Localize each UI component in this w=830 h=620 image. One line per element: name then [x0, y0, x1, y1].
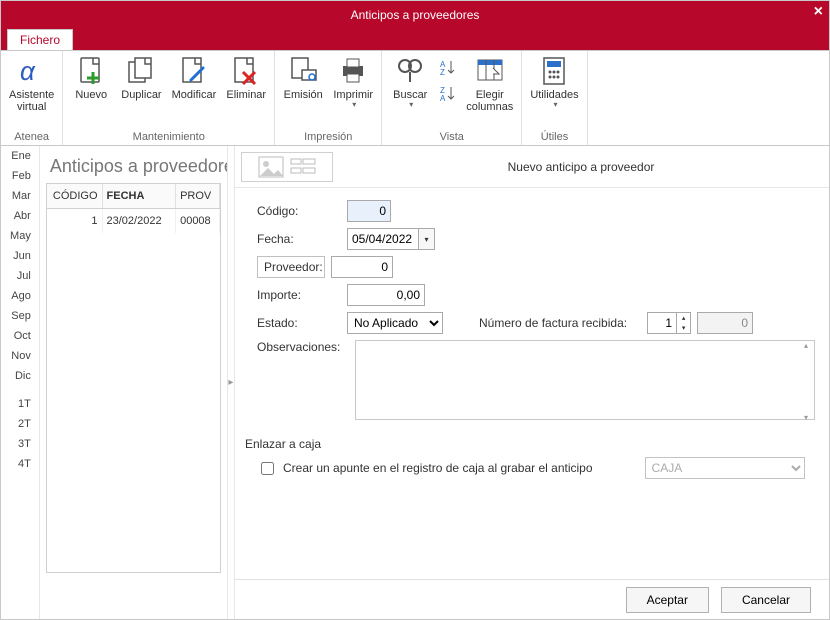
svg-text:α: α	[20, 56, 36, 86]
chevron-down-icon: ▾	[352, 101, 356, 110]
period-ago[interactable]: Ago	[1, 286, 39, 306]
sort-asc-button[interactable]: AZ	[436, 55, 460, 79]
group-atenea-label: Atenea	[14, 129, 49, 145]
crear-apunte-checkbox[interactable]	[261, 462, 274, 475]
sort-desc-icon: ZA	[438, 83, 458, 103]
edit-icon	[178, 55, 210, 87]
period-3t[interactable]: 3T	[1, 434, 39, 454]
period-dic[interactable]: Dic	[1, 366, 39, 386]
alpha-icon: α	[16, 55, 48, 87]
label-numfact: Número de factura recibida:	[479, 316, 627, 330]
aceptar-button[interactable]: Aceptar	[626, 587, 709, 613]
delete-icon	[230, 55, 262, 87]
period-feb[interactable]: Feb	[1, 166, 39, 186]
period-nov[interactable]: Nov	[1, 346, 39, 366]
image-toolbar[interactable]	[241, 152, 333, 182]
grid-header: CÓDIGO FECHA PROV	[47, 184, 220, 209]
sort-asc-icon: AZ	[438, 57, 458, 77]
emission-icon	[287, 55, 319, 87]
period-1t[interactable]: 1T	[1, 394, 39, 414]
group-vista-label: Vista	[440, 129, 464, 145]
codigo-field[interactable]	[347, 200, 391, 222]
close-icon[interactable]: ×	[814, 3, 823, 21]
label-importe: Importe:	[257, 288, 341, 302]
fecha-dropdown-button[interactable]: ▾	[419, 228, 435, 250]
label-estado: Estado:	[257, 316, 341, 330]
section-enlace-caja: Enlazar a caja	[245, 437, 815, 451]
modificar-button[interactable]: Modificar	[168, 53, 221, 103]
table-row[interactable]: 1 23/02/2022 00008	[47, 209, 220, 233]
crear-apunte-label: Crear un apunte en el registro de caja a…	[283, 461, 593, 475]
duplicar-button[interactable]: Duplicar	[117, 53, 165, 103]
label-observaciones: Observaciones:	[257, 340, 349, 354]
numfact-serie-stepper[interactable]: ▴▾	[647, 312, 691, 334]
window-title: Anticipos a proveedores	[351, 8, 480, 22]
emision-button[interactable]: Emisión	[279, 53, 327, 103]
columns-icon	[474, 55, 506, 87]
print-icon	[337, 55, 369, 87]
period-ene[interactable]: Ene	[1, 146, 39, 166]
dialog-footer: Aceptar Cancelar	[235, 579, 829, 619]
calculator-icon	[538, 55, 570, 87]
caja-select: CAJA	[645, 457, 805, 479]
group-mantenimiento-label: Mantenimiento	[133, 129, 205, 145]
imprimir-button[interactable]: Imprimir▾	[329, 53, 377, 112]
ribbon: α Asistente virtual Atenea Nuevo Duplica…	[0, 50, 830, 146]
anticipos-grid[interactable]: CÓDIGO FECHA PROV 1 23/02/2022 00008	[46, 183, 221, 573]
eliminar-button[interactable]: Eliminar	[222, 53, 270, 103]
tab-fichero[interactable]: Fichero	[7, 29, 73, 50]
utilidades-button[interactable]: Utilidades▾	[526, 53, 582, 112]
period-may[interactable]: May	[1, 226, 39, 246]
buscar-button[interactable]: Buscar▾	[386, 53, 434, 112]
chevron-down-icon: ▾	[409, 101, 413, 110]
chevron-down-icon: ▾	[553, 101, 557, 110]
chevron-down-icon[interactable]: ▾	[677, 323, 690, 333]
period-4t[interactable]: 4T	[1, 454, 39, 474]
ribbon-tabbar: Fichero	[0, 28, 830, 50]
new-doc-icon	[75, 55, 107, 87]
period-sep[interactable]: Sep	[1, 306, 39, 326]
group-impresion-label: Impresión	[304, 129, 352, 145]
label-fecha: Fecha:	[257, 232, 341, 246]
nuevo-button[interactable]: Nuevo	[67, 53, 115, 103]
period-2t[interactable]: 2T	[1, 414, 39, 434]
asistente-virtual-button[interactable]: α Asistente virtual	[5, 53, 58, 115]
label-codigo: Código:	[257, 204, 341, 218]
col-codigo[interactable]: CÓDIGO	[47, 184, 103, 208]
period-jun[interactable]: Jun	[1, 246, 39, 266]
period-jul[interactable]: Jul	[1, 266, 39, 286]
svg-text:Z: Z	[440, 68, 445, 77]
chevron-up-icon[interactable]: ▴	[677, 313, 690, 323]
form-layout-icon	[290, 156, 316, 178]
period-sidebar: EneFebMarAbrMayJunJulAgoSepOctNovDic 1T2T…	[1, 146, 40, 619]
period-oct[interactable]: Oct	[1, 326, 39, 346]
elegir-columnas-button[interactable]: Elegir columnas	[462, 53, 517, 115]
label-proveedor[interactable]: Proveedor:	[257, 256, 325, 278]
observaciones-field[interactable]	[355, 340, 815, 420]
importe-field[interactable]	[347, 284, 425, 306]
sort-desc-button[interactable]: ZA	[436, 81, 460, 105]
title-bar: Anticipos a proveedores ×	[0, 0, 830, 28]
group-utiles-label: Útiles	[541, 129, 569, 145]
list-title: Anticipos a proveedores	[50, 156, 227, 177]
form-pane: Nuevo anticipo a proveedor Código: Fecha…	[234, 146, 829, 619]
svg-text:A: A	[440, 94, 446, 103]
numfact-num-field	[697, 312, 753, 334]
period-mar[interactable]: Mar	[1, 186, 39, 206]
form-title: Nuevo anticipo a proveedor	[333, 160, 829, 174]
estado-select[interactable]: No Aplicado	[347, 312, 443, 334]
search-icon	[394, 55, 426, 87]
fecha-field[interactable]	[347, 228, 419, 250]
list-pane: Anticipos a proveedores CÓDIGO FECHA PRO…	[40, 146, 228, 619]
cancelar-button[interactable]: Cancelar	[721, 587, 811, 613]
col-fecha[interactable]: FECHA	[103, 184, 177, 208]
col-prov[interactable]: PROV	[176, 184, 220, 208]
period-spacer	[1, 386, 39, 394]
duplicate-icon	[125, 55, 157, 87]
period-abr[interactable]: Abr	[1, 206, 39, 226]
image-icon	[258, 156, 284, 178]
proveedor-field[interactable]	[331, 256, 393, 278]
